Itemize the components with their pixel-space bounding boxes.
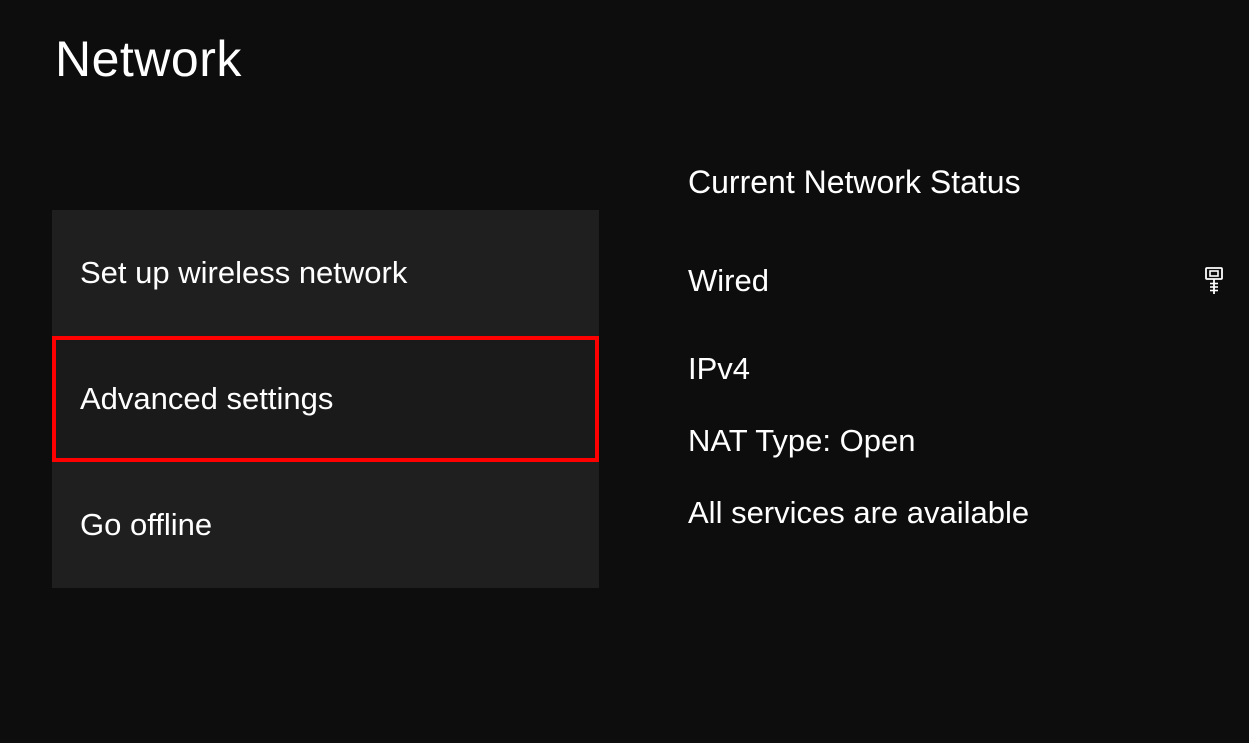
page-title: Network — [55, 30, 242, 88]
menu-item-label: Advanced settings — [80, 381, 333, 417]
connection-type-label: Wired — [688, 263, 769, 299]
status-nat-type: NAT Type: Open — [688, 423, 1233, 459]
menu-item-setup-wireless[interactable]: Set up wireless network — [52, 210, 599, 336]
network-menu: Set up wireless network Advanced setting… — [52, 210, 599, 588]
menu-item-go-offline[interactable]: Go offline — [52, 462, 599, 588]
menu-item-label: Go offline — [80, 507, 212, 543]
status-services: All services are available — [688, 495, 1233, 531]
network-status-panel: Current Network Status Wired IPv4 NAT Ty… — [688, 164, 1233, 567]
menu-item-advanced-settings[interactable]: Advanced settings — [52, 336, 599, 462]
status-ip-version: IPv4 — [688, 351, 1233, 387]
status-connection-row: Wired — [688, 263, 1233, 299]
ethernet-icon — [1203, 267, 1225, 295]
menu-item-label: Set up wireless network — [80, 255, 407, 291]
status-heading: Current Network Status — [688, 164, 1233, 201]
